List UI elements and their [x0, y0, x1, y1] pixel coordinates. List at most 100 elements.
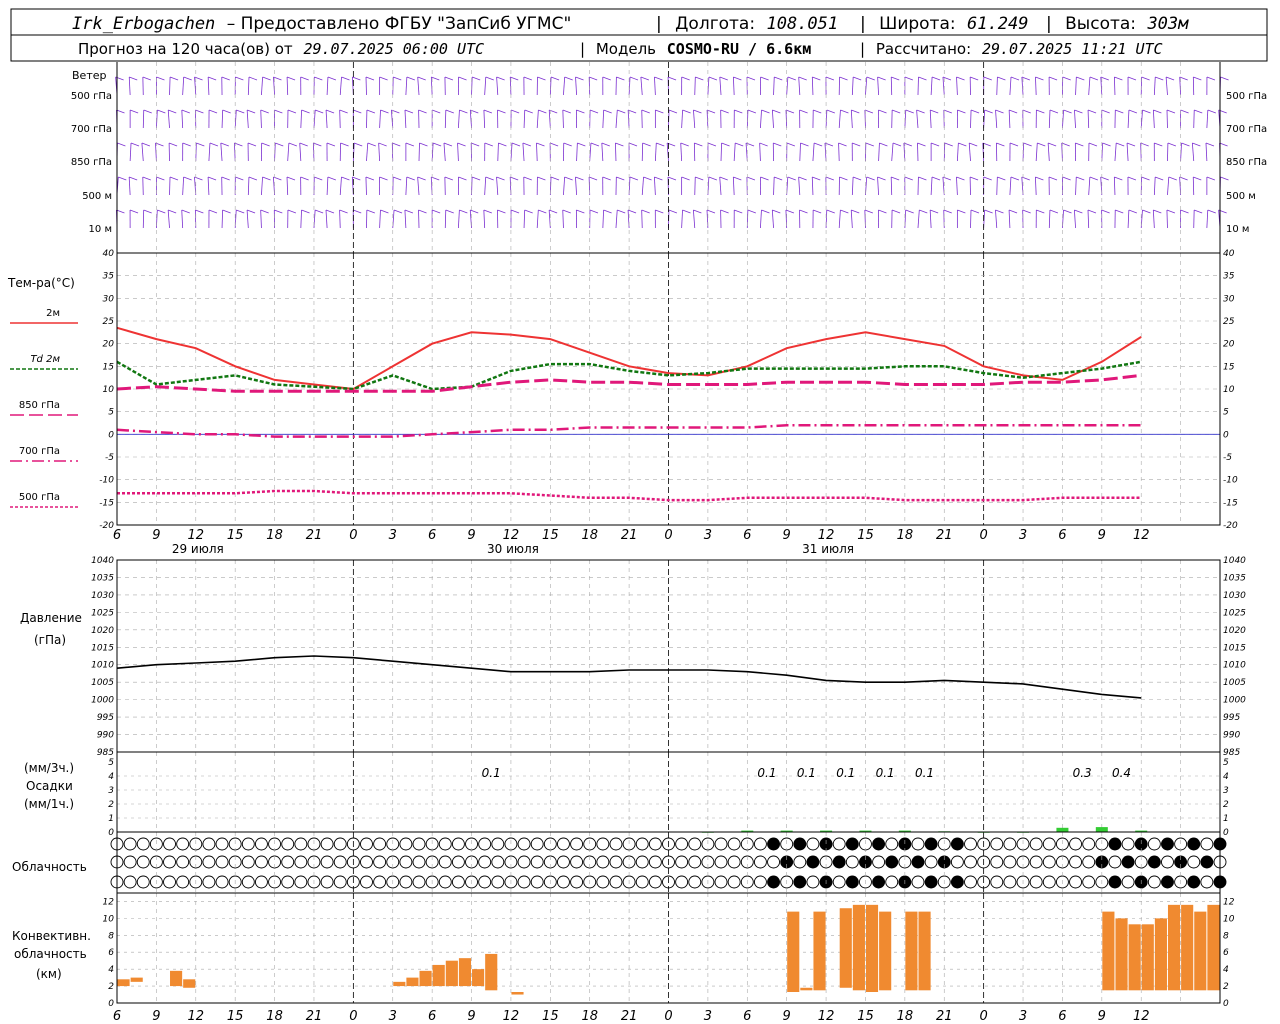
- wind-barb-flag: [746, 176, 756, 181]
- y-tick-precip: 1: [108, 814, 114, 824]
- cloud-symbol: [254, 875, 268, 889]
- wind-barb-flag: [667, 76, 677, 81]
- wind-barb-flag: [234, 142, 243, 147]
- hour-label: 12: [188, 1009, 205, 1024]
- wind-barb-staff: [128, 76, 131, 96]
- wind-barb-flag: [773, 142, 782, 147]
- wind-barb-staff: [221, 109, 224, 129]
- wind-barb-flag: [969, 142, 978, 147]
- wind-barb-flag: [483, 109, 493, 114]
- conv-bar: [879, 911, 892, 991]
- cloud-symbol: [557, 875, 570, 889]
- wind-barb-staff: [339, 109, 341, 129]
- wind-barb-flag: [510, 209, 520, 214]
- cloud-symbol: [1003, 875, 1017, 889]
- alt-value: 303м: [1146, 14, 1189, 34]
- wind-barb-staff: [1113, 176, 1116, 196]
- wind-barb-flag: [209, 142, 219, 147]
- wind-barb-staff: [167, 209, 170, 229]
- cloud-symbol: [333, 875, 347, 889]
- y-tick-pressure: 1030: [1223, 591, 1246, 601]
- wind-barb-flag: [617, 109, 626, 114]
- wind-barb-flag: [300, 76, 309, 81]
- cloud-symbol: [596, 875, 610, 889]
- wind-barb-staff: [891, 142, 894, 162]
- wind-barb-flag: [300, 176, 309, 181]
- hour-label: 12: [818, 528, 835, 543]
- wind-barb-flag: [379, 76, 388, 81]
- wind-barb-flag: [1035, 76, 1044, 81]
- wind-barb-staff: [286, 176, 289, 196]
- cloud-symbol: [753, 875, 767, 889]
- wind-barb-flag: [339, 209, 348, 214]
- wind-barb-flag: [879, 142, 888, 147]
- wind-barb-flag: [1116, 142, 1125, 147]
- cloud-symbol-fill: [1187, 876, 1200, 888]
- wind-barb-flag: [864, 109, 874, 114]
- conv-bar: [1102, 911, 1115, 991]
- cloud-symbol: [1147, 837, 1161, 851]
- lat-sep: |: [860, 14, 866, 34]
- wind-barb-staff: [956, 176, 958, 196]
- pressure-panel-labels: Давление (гПа): [20, 611, 82, 647]
- cloud-symbol: [1029, 837, 1043, 851]
- wind-barb-flag: [786, 142, 796, 147]
- cloud-symbol: [1029, 875, 1043, 889]
- y-tick-conv: 4: [108, 965, 114, 975]
- wind-barb-flag: [1165, 76, 1175, 81]
- model-sep: |: [580, 40, 585, 58]
- wind-barb-flag: [538, 109, 547, 114]
- wind-barb-flag: [1114, 176, 1123, 181]
- wind-barb-flag: [839, 176, 848, 181]
- wind-barb-flag: [590, 142, 600, 147]
- precip-bar: [1056, 827, 1069, 832]
- wind-barb-flag: [1036, 109, 1045, 114]
- wind-barb-flag: [1206, 176, 1216, 181]
- cloud-symbol: [517, 837, 531, 851]
- cloud-symbol: [320, 875, 334, 889]
- wind-barb-flag: [1075, 142, 1084, 147]
- wind-barb-flag: [787, 76, 796, 81]
- wind-barb-flag: [1127, 176, 1137, 181]
- wind-barb-staff: [733, 142, 736, 162]
- cloud-symbol: [215, 837, 229, 851]
- wind-barb-staff: [811, 76, 814, 96]
- cloud-symbol: [714, 855, 728, 869]
- cloud-symbol: [964, 855, 977, 869]
- wind-barb-staff: [1114, 142, 1117, 162]
- wind-barb-flag: [1115, 209, 1124, 214]
- wind-barb-flag: [958, 142, 967, 147]
- cloud-symbol: [609, 837, 623, 851]
- cloud-symbol: [163, 855, 176, 869]
- y-tick-precip: 2: [108, 800, 114, 810]
- wind-barb-staff: [208, 142, 211, 162]
- wind-barb-flag: [1128, 109, 1138, 114]
- cloud-symbol: [1069, 855, 1083, 869]
- wind-barb-flag: [654, 76, 663, 81]
- hour-label: 6: [113, 1009, 121, 1024]
- wind-barb-flag: [406, 176, 415, 181]
- y-tick-pressure: 1025: [91, 608, 114, 618]
- wind-barb-flag: [365, 176, 375, 181]
- wind-barb-staff: [877, 176, 879, 196]
- wind-barb-flag: [1154, 142, 1163, 147]
- wind-barb-flag: [642, 142, 651, 147]
- wind-barb-staff: [483, 109, 486, 129]
- y-tick-temperature: 20: [1223, 340, 1235, 350]
- cloud-symbol: [412, 855, 426, 869]
- wind-barb-flag: [221, 76, 230, 81]
- hour-label: 12: [503, 1009, 520, 1024]
- cloud-symbol: [1121, 837, 1135, 851]
- wind-panel: Ветер 500 гПа 500 гПа 700 гПа 700 гПа 850 гП…: [71, 69, 1267, 235]
- wind-barb-flag: [1089, 76, 1099, 81]
- wind-barb-staff: [773, 176, 775, 196]
- hour-label: 21: [621, 1009, 638, 1024]
- wind-barb-staff: [128, 176, 131, 196]
- hour-label: 21: [306, 1009, 323, 1024]
- wind-barb-flag: [747, 109, 757, 114]
- wind-barb-flag: [693, 209, 702, 214]
- wind-barb-staff: [575, 76, 577, 96]
- wind-barb-flag: [445, 109, 454, 114]
- wind-barb-flag: [866, 76, 875, 81]
- cloud-symbol: [281, 875, 295, 889]
